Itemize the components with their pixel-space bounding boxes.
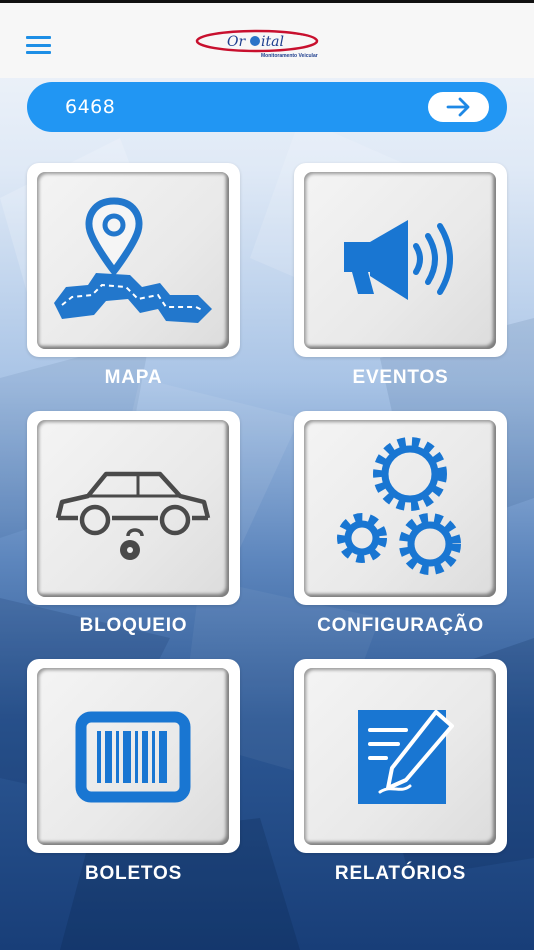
tile-boletos-button[interactable] <box>27 659 240 853</box>
tile-bloqueio-button[interactable] <box>27 411 240 605</box>
barcode-icon <box>75 711 191 802</box>
svg-text:ital: ital <box>261 34 284 50</box>
vehicle-search-bar <box>27 82 507 132</box>
svg-text:Or: Or <box>227 34 246 50</box>
tile-label-configuracao[interactable]: CONFIGURAÇÃO <box>294 615 507 637</box>
svg-text:Monitoramento Veicular: Monitoramento Veicular <box>261 53 318 59</box>
car-lock-icon <box>55 471 211 560</box>
tile-label-boletos[interactable]: BOLETOS <box>27 863 240 885</box>
tile-label-mapa[interactable]: MAPA <box>27 367 240 389</box>
tile-eventos-button[interactable] <box>294 163 507 357</box>
tile-configuracao-button[interactable] <box>294 411 507 605</box>
report-pen-icon <box>358 709 454 804</box>
tile-mapa-button[interactable] <box>27 163 240 357</box>
map-route-icon <box>54 196 212 323</box>
megaphone-icon <box>344 219 453 300</box>
tile-label-eventos[interactable]: EVENTOS <box>294 367 507 389</box>
tile-relatorios-button[interactable] <box>294 659 507 853</box>
arrow-right-icon <box>446 97 469 117</box>
submit-arrow-button[interactable] <box>428 92 489 122</box>
gears-icon <box>337 436 461 575</box>
hamburger-menu-icon[interactable] <box>26 36 51 54</box>
app-header: Or ital Monitoramento Veicular <box>0 3 534 78</box>
orbital-logo: Or ital Monitoramento Veicular <box>195 29 319 59</box>
vehicle-id-input[interactable] <box>65 94 425 120</box>
tile-label-relatorios[interactable]: RELATÓRIOS <box>294 863 507 885</box>
tile-label-bloqueio[interactable]: BLOQUEIO <box>27 615 240 637</box>
